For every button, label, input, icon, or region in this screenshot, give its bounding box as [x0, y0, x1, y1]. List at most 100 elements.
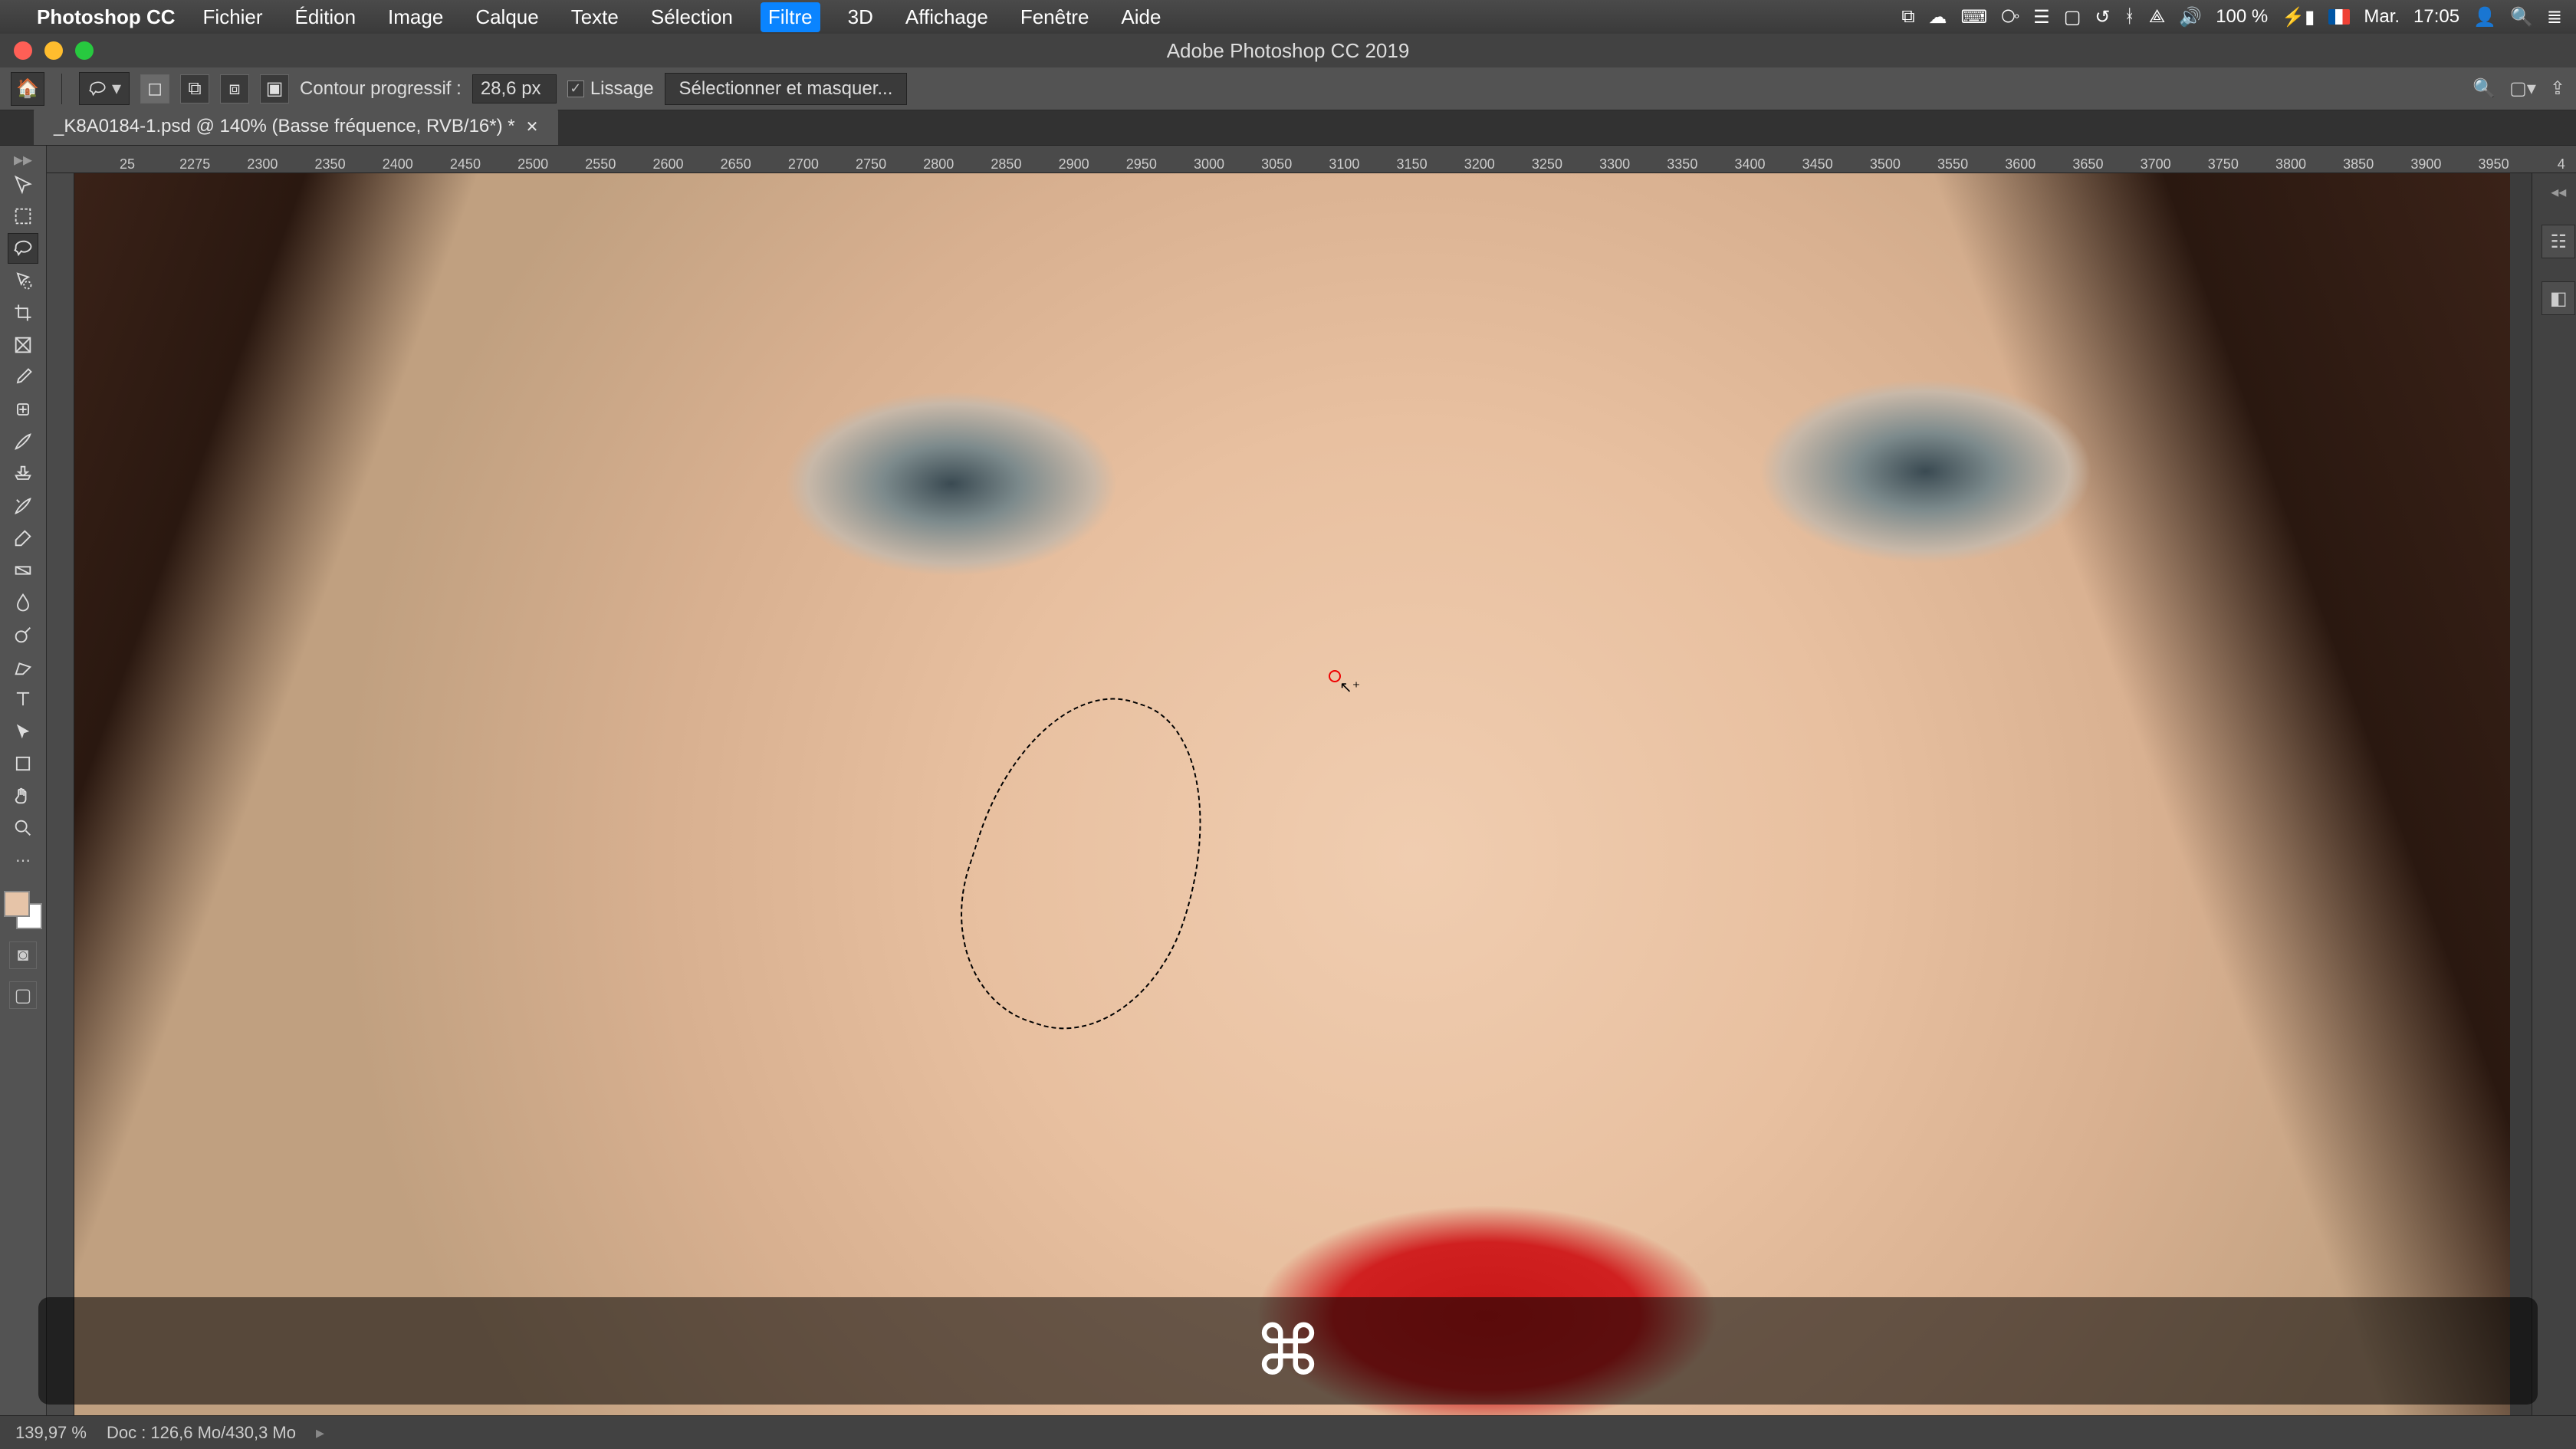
- feather-label: Contour progressif :: [300, 78, 462, 100]
- menu-aide[interactable]: Aide: [1116, 2, 1165, 32]
- history-brush-tool[interactable]: [8, 491, 38, 521]
- cloud-icon[interactable]: ☁: [1929, 6, 1947, 28]
- menu-affichage[interactable]: Affichage: [901, 2, 993, 32]
- menu-selection[interactable]: Sélection: [646, 2, 738, 32]
- panel-expand-arrows[interactable]: ◂◂: [2551, 182, 2566, 202]
- date[interactable]: Mar.: [2364, 6, 2400, 28]
- selection-mode-new[interactable]: ◻: [140, 74, 169, 104]
- menu-fenetre[interactable]: Fenêtre: [1016, 2, 1094, 32]
- input-source-flag[interactable]: [2328, 9, 2350, 25]
- window-title: Adobe Photoshop CC 2019: [1167, 39, 1410, 63]
- status-icons: ⧉ ☁ ⌨ ⧂ ☰ ▢ ↺ ᚼ ⟁ 🔊 100 % ⚡▮ Mar. 17:05 …: [1901, 6, 2562, 28]
- selection-mode-intersect[interactable]: ▣: [260, 74, 289, 104]
- quickmask-toggle[interactable]: ◙: [9, 941, 37, 969]
- select-and-mask-button[interactable]: Sélectionner et masquer...: [665, 73, 908, 105]
- document-tab-close[interactable]: ✕: [526, 117, 539, 136]
- options-bar: 🏠 ▾ ◻ ⧉ ⧈ ▣ Contour progressif : ✓ Lissa…: [0, 67, 2576, 110]
- edit-toolbar[interactable]: ⋯: [8, 845, 38, 876]
- app-name[interactable]: Photoshop CC: [37, 5, 176, 29]
- spotlight-icon[interactable]: 🔍: [2510, 6, 2533, 28]
- quick-select-tool[interactable]: [8, 265, 38, 296]
- canvas[interactable]: ↖⁺: [74, 173, 2510, 1415]
- adobe-cc-icon[interactable]: ⧂: [2001, 6, 2019, 28]
- eyedropper-tool[interactable]: [8, 362, 38, 393]
- list-icon[interactable]: ☰: [2033, 6, 2050, 28]
- gradient-tool[interactable]: [8, 555, 38, 586]
- eraser-tool[interactable]: [8, 523, 38, 554]
- ruler-vertical[interactable]: [47, 173, 74, 1415]
- healing-brush-tool[interactable]: [8, 394, 38, 425]
- menu-edition[interactable]: Édition: [291, 2, 361, 32]
- antialias-checkbox[interactable]: ✓ Lissage: [567, 78, 654, 100]
- rail-properties-icon[interactable]: ◧: [2542, 281, 2575, 315]
- macos-menubar: Photoshop CC Fichier Édition Image Calqu…: [0, 0, 2576, 34]
- dodge-tool[interactable]: [8, 619, 38, 650]
- clone-stamp-tool[interactable]: [8, 458, 38, 489]
- volume-icon[interactable]: 🔊: [2179, 6, 2202, 28]
- crop-tool[interactable]: [8, 297, 38, 328]
- menu-3d[interactable]: 3D: [843, 2, 878, 32]
- battery-icon[interactable]: ⚡▮: [2282, 6, 2315, 28]
- user-icon[interactable]: 👤: [2473, 6, 2496, 28]
- canvas-area: 2522752300235024002450250025502600265027…: [47, 146, 2576, 1415]
- toolbox-collapse[interactable]: ▸▸: [0, 152, 46, 167]
- window-zoom-button[interactable]: [75, 41, 94, 60]
- type-tool[interactable]: [8, 684, 38, 715]
- color-swatches[interactable]: [4, 891, 42, 929]
- doc-info-menu[interactable]: ▸: [316, 1423, 324, 1443]
- frame-tool[interactable]: [8, 330, 38, 360]
- zoom-level[interactable]: 139,97 %: [15, 1423, 87, 1443]
- window-close-button[interactable]: [14, 41, 32, 60]
- feather-input[interactable]: [472, 74, 557, 104]
- screen-record-icon[interactable]: ⧉: [1901, 6, 1914, 28]
- timemachine-icon[interactable]: ↺: [2095, 6, 2110, 28]
- keystroke-symbol: ⌘: [1254, 1311, 1322, 1392]
- home-button[interactable]: 🏠: [11, 72, 44, 106]
- battery-percent[interactable]: 100 %: [2216, 6, 2268, 28]
- collapsed-panel-rail: ◂◂ ☷ ◧: [2532, 173, 2576, 1415]
- share-icon[interactable]: ⇪: [2550, 77, 2565, 100]
- ruler-horizontal[interactable]: 2522752300235024002450250025502600265027…: [47, 146, 2576, 173]
- menu-filtre[interactable]: Filtre: [761, 2, 820, 32]
- blur-tool[interactable]: [8, 587, 38, 618]
- display-icon[interactable]: ▢: [2064, 6, 2082, 28]
- current-tool-indicator[interactable]: ▾: [79, 72, 130, 105]
- menu-fichier[interactable]: Fichier: [199, 2, 268, 32]
- workspace-icon[interactable]: ▢▾: [2509, 77, 2536, 100]
- path-selection-tool[interactable]: [8, 716, 38, 747]
- document-tab[interactable]: _K8A0184-1.psd @ 140% (Basse fréquence, …: [34, 108, 558, 145]
- keystroke-overlay: ⌘: [38, 1297, 2538, 1405]
- rail-history-icon[interactable]: ☷: [2542, 225, 2575, 258]
- document-image: [74, 173, 2510, 1415]
- wifi-icon[interactable]: ⟁: [2149, 6, 2165, 28]
- document-tab-name: _K8A0184-1.psd @ 140% (Basse fréquence, …: [54, 116, 515, 137]
- antialias-label: Lissage: [590, 78, 654, 100]
- menu-image[interactable]: Image: [383, 2, 448, 32]
- move-tool[interactable]: [8, 169, 38, 199]
- doc-size[interactable]: Doc : 126,6 Mo/430,3 Mo: [107, 1423, 296, 1443]
- brush-tool[interactable]: [8, 426, 38, 457]
- zoom-tool[interactable]: [8, 813, 38, 843]
- vertical-scrollbar[interactable]: [2510, 173, 2532, 1415]
- cursor-indicator: ↖⁺: [1329, 670, 1341, 682]
- typography-icon[interactable]: ⌨: [1961, 6, 1988, 28]
- hamburger-icon[interactable]: ≣: [2547, 6, 2562, 28]
- window-titlebar: Adobe Photoshop CC 2019: [0, 34, 2576, 67]
- window-minimize-button[interactable]: [44, 41, 63, 60]
- document-tabs: _K8A0184-1.psd @ 140% (Basse fréquence, …: [0, 110, 2576, 146]
- pen-tool[interactable]: [8, 652, 38, 682]
- menu-calque[interactable]: Calque: [471, 2, 543, 32]
- menu-texte[interactable]: Texte: [567, 2, 623, 32]
- hand-tool[interactable]: [8, 780, 38, 811]
- status-bar: 139,97 % Doc : 126,6 Mo/430,3 Mo ▸: [0, 1415, 2576, 1449]
- marquee-tool[interactable]: [8, 201, 38, 232]
- selection-mode-subtract[interactable]: ⧈: [220, 74, 249, 104]
- search-icon[interactable]: 🔍: [2472, 77, 2496, 100]
- shape-tool[interactable]: [8, 748, 38, 779]
- screenmode-toggle[interactable]: ▢: [9, 981, 37, 1009]
- selection-mode-add[interactable]: ⧉: [180, 74, 209, 104]
- lasso-tool[interactable]: [8, 233, 38, 264]
- bluetooth-icon[interactable]: ᚼ: [2124, 6, 2134, 28]
- time[interactable]: 17:05: [2413, 6, 2459, 28]
- toolbox: ▸▸ ⋯ ◙ ▢: [0, 146, 47, 1415]
